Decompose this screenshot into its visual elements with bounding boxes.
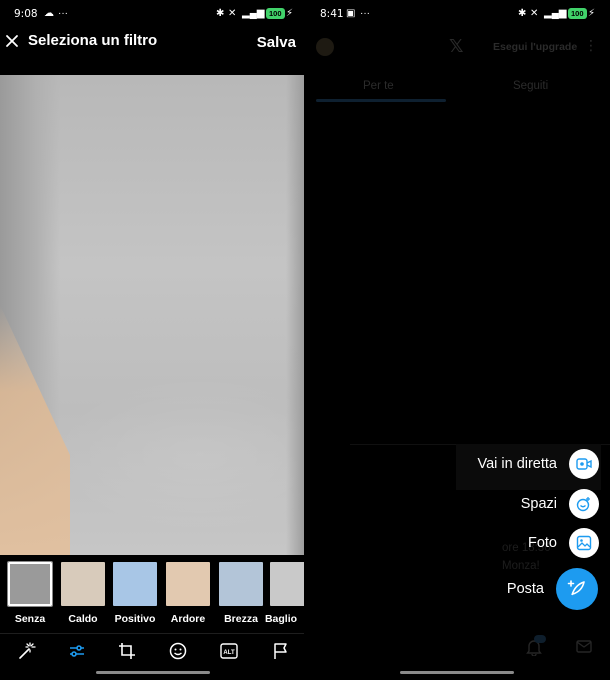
magic-wand-icon[interactable] <box>16 640 38 662</box>
filter-senza[interactable]: Senza <box>7 561 53 625</box>
spaces-icon[interactable] <box>569 489 599 519</box>
close-icon[interactable] <box>5 30 21 50</box>
top-app-bar: Seleziona un filtro Salva <box>0 28 304 76</box>
filter-thumbnail <box>219 562 263 606</box>
filter-label: Positivo <box>114 613 156 625</box>
status-time: 8:41 <box>320 8 344 20</box>
filter-positivo[interactable]: Positivo <box>112 562 158 625</box>
status-bar: 9:08 ☁ ··· ✱ ✕ ▂▄▆ 100 ⚡ <box>0 0 304 28</box>
speed-dial-post[interactable]: Posta <box>506 568 598 610</box>
filter-thumbnail <box>270 562 304 606</box>
timeline-tabs: Per te Seguiti <box>306 72 610 104</box>
bluetooth-icon: ✱ <box>216 8 225 19</box>
signal-icon: ▂▄▆ <box>242 8 265 19</box>
filter-thumbnail <box>113 562 157 606</box>
flag-icon[interactable] <box>270 640 292 662</box>
cloud-icon: ☁ <box>44 8 54 19</box>
speed-dial-label: Spazi <box>520 496 557 512</box>
x-logo-icon: 𝕏 <box>449 36 464 57</box>
filter-screen: 9:08 ☁ ··· ✱ ✕ ▂▄▆ 100 ⚡ Seleziona un fi… <box>0 0 304 680</box>
mute-icon: ✕ <box>228 8 237 19</box>
svg-text:ALT: ALT <box>223 650 235 656</box>
tab-seguiti[interactable]: Seguiti <box>513 80 548 92</box>
gesture-bar <box>96 671 210 674</box>
battery-indicator: 100 <box>266 8 285 19</box>
filter-strip: Senza Caldo Positivo Ardore Brezza Bagli… <box>0 556 304 632</box>
filter-caldo[interactable]: Caldo <box>60 562 106 625</box>
save-button[interactable]: Salva <box>257 34 296 51</box>
filter-thumbnail <box>61 562 105 606</box>
filter-label: Senza <box>14 613 46 625</box>
messages-icon[interactable] <box>576 640 592 658</box>
page-title: Seleziona un filtro <box>28 32 158 49</box>
edit-toolbar: ALT <box>0 633 304 667</box>
more-notifications-icon: ··· <box>58 8 68 19</box>
photo-edge-shadow <box>286 75 304 555</box>
battery-indicator: 100 <box>568 8 587 19</box>
filter-ardore[interactable]: Ardore <box>165 562 211 625</box>
bottom-navigation <box>306 636 610 660</box>
gesture-bar <box>400 671 514 674</box>
avatar[interactable] <box>316 38 334 56</box>
alt-text-icon[interactable]: ALT <box>218 640 240 662</box>
speed-dial-live[interactable]: Vai in diretta <box>477 446 602 482</box>
sliders-icon[interactable] <box>66 640 88 662</box>
speed-dial-spaces[interactable]: Spazi <box>521 486 602 522</box>
speed-dial-photo[interactable]: Foto <box>528 525 602 561</box>
upgrade-button[interactable]: Esegui l'upgrade <box>493 41 577 53</box>
filter-thumbnail <box>7 561 53 607</box>
home-timeline-screen: 8:41 ▣ ··· ✱ ✕ ▂▄▆ 100 ⚡ 𝕏 Esegui l'upgr… <box>306 0 610 680</box>
speed-dial-label: Vai in diretta <box>477 456 557 472</box>
active-tab-indicator <box>316 99 446 102</box>
status-bar: 8:41 ▣ ··· ✱ ✕ ▂▄▆ 100 ⚡ <box>306 0 610 28</box>
overflow-menu-icon[interactable]: ⋮ <box>584 38 598 52</box>
signal-icon: ▂▄▆ <box>544 8 567 19</box>
mute-icon: ✕ <box>530 8 539 19</box>
photo-preview <box>0 75 304 555</box>
filter-thumbnail <box>166 562 210 606</box>
filter-bagliore[interactable]: Baglio <box>258 562 304 625</box>
speed-dial-label: Posta <box>506 581 544 597</box>
photo-icon[interactable] <box>569 528 599 558</box>
sticker-icon[interactable] <box>167 640 189 662</box>
top-app-bar: 𝕏 Esegui l'upgrade ⋮ <box>306 28 610 72</box>
filter-label: Baglio <box>264 613 298 625</box>
compose-post-icon[interactable] <box>556 568 598 610</box>
crop-icon[interactable] <box>116 640 138 662</box>
filter-label: Ardore <box>170 613 206 625</box>
speed-dial-label: Foto <box>527 535 557 551</box>
bluetooth-icon: ✱ <box>518 8 527 19</box>
notification-icon: ▣ <box>346 8 356 19</box>
status-time: 9:08 <box>14 8 38 20</box>
tab-per-te[interactable]: Per te <box>363 80 394 92</box>
charging-icon: ⚡ <box>286 8 294 19</box>
live-video-icon[interactable] <box>569 449 599 479</box>
more-notifications-icon: ··· <box>360 8 370 19</box>
filter-label: Caldo <box>68 613 98 625</box>
notification-badge <box>534 635 546 643</box>
charging-icon: ⚡ <box>588 8 596 19</box>
